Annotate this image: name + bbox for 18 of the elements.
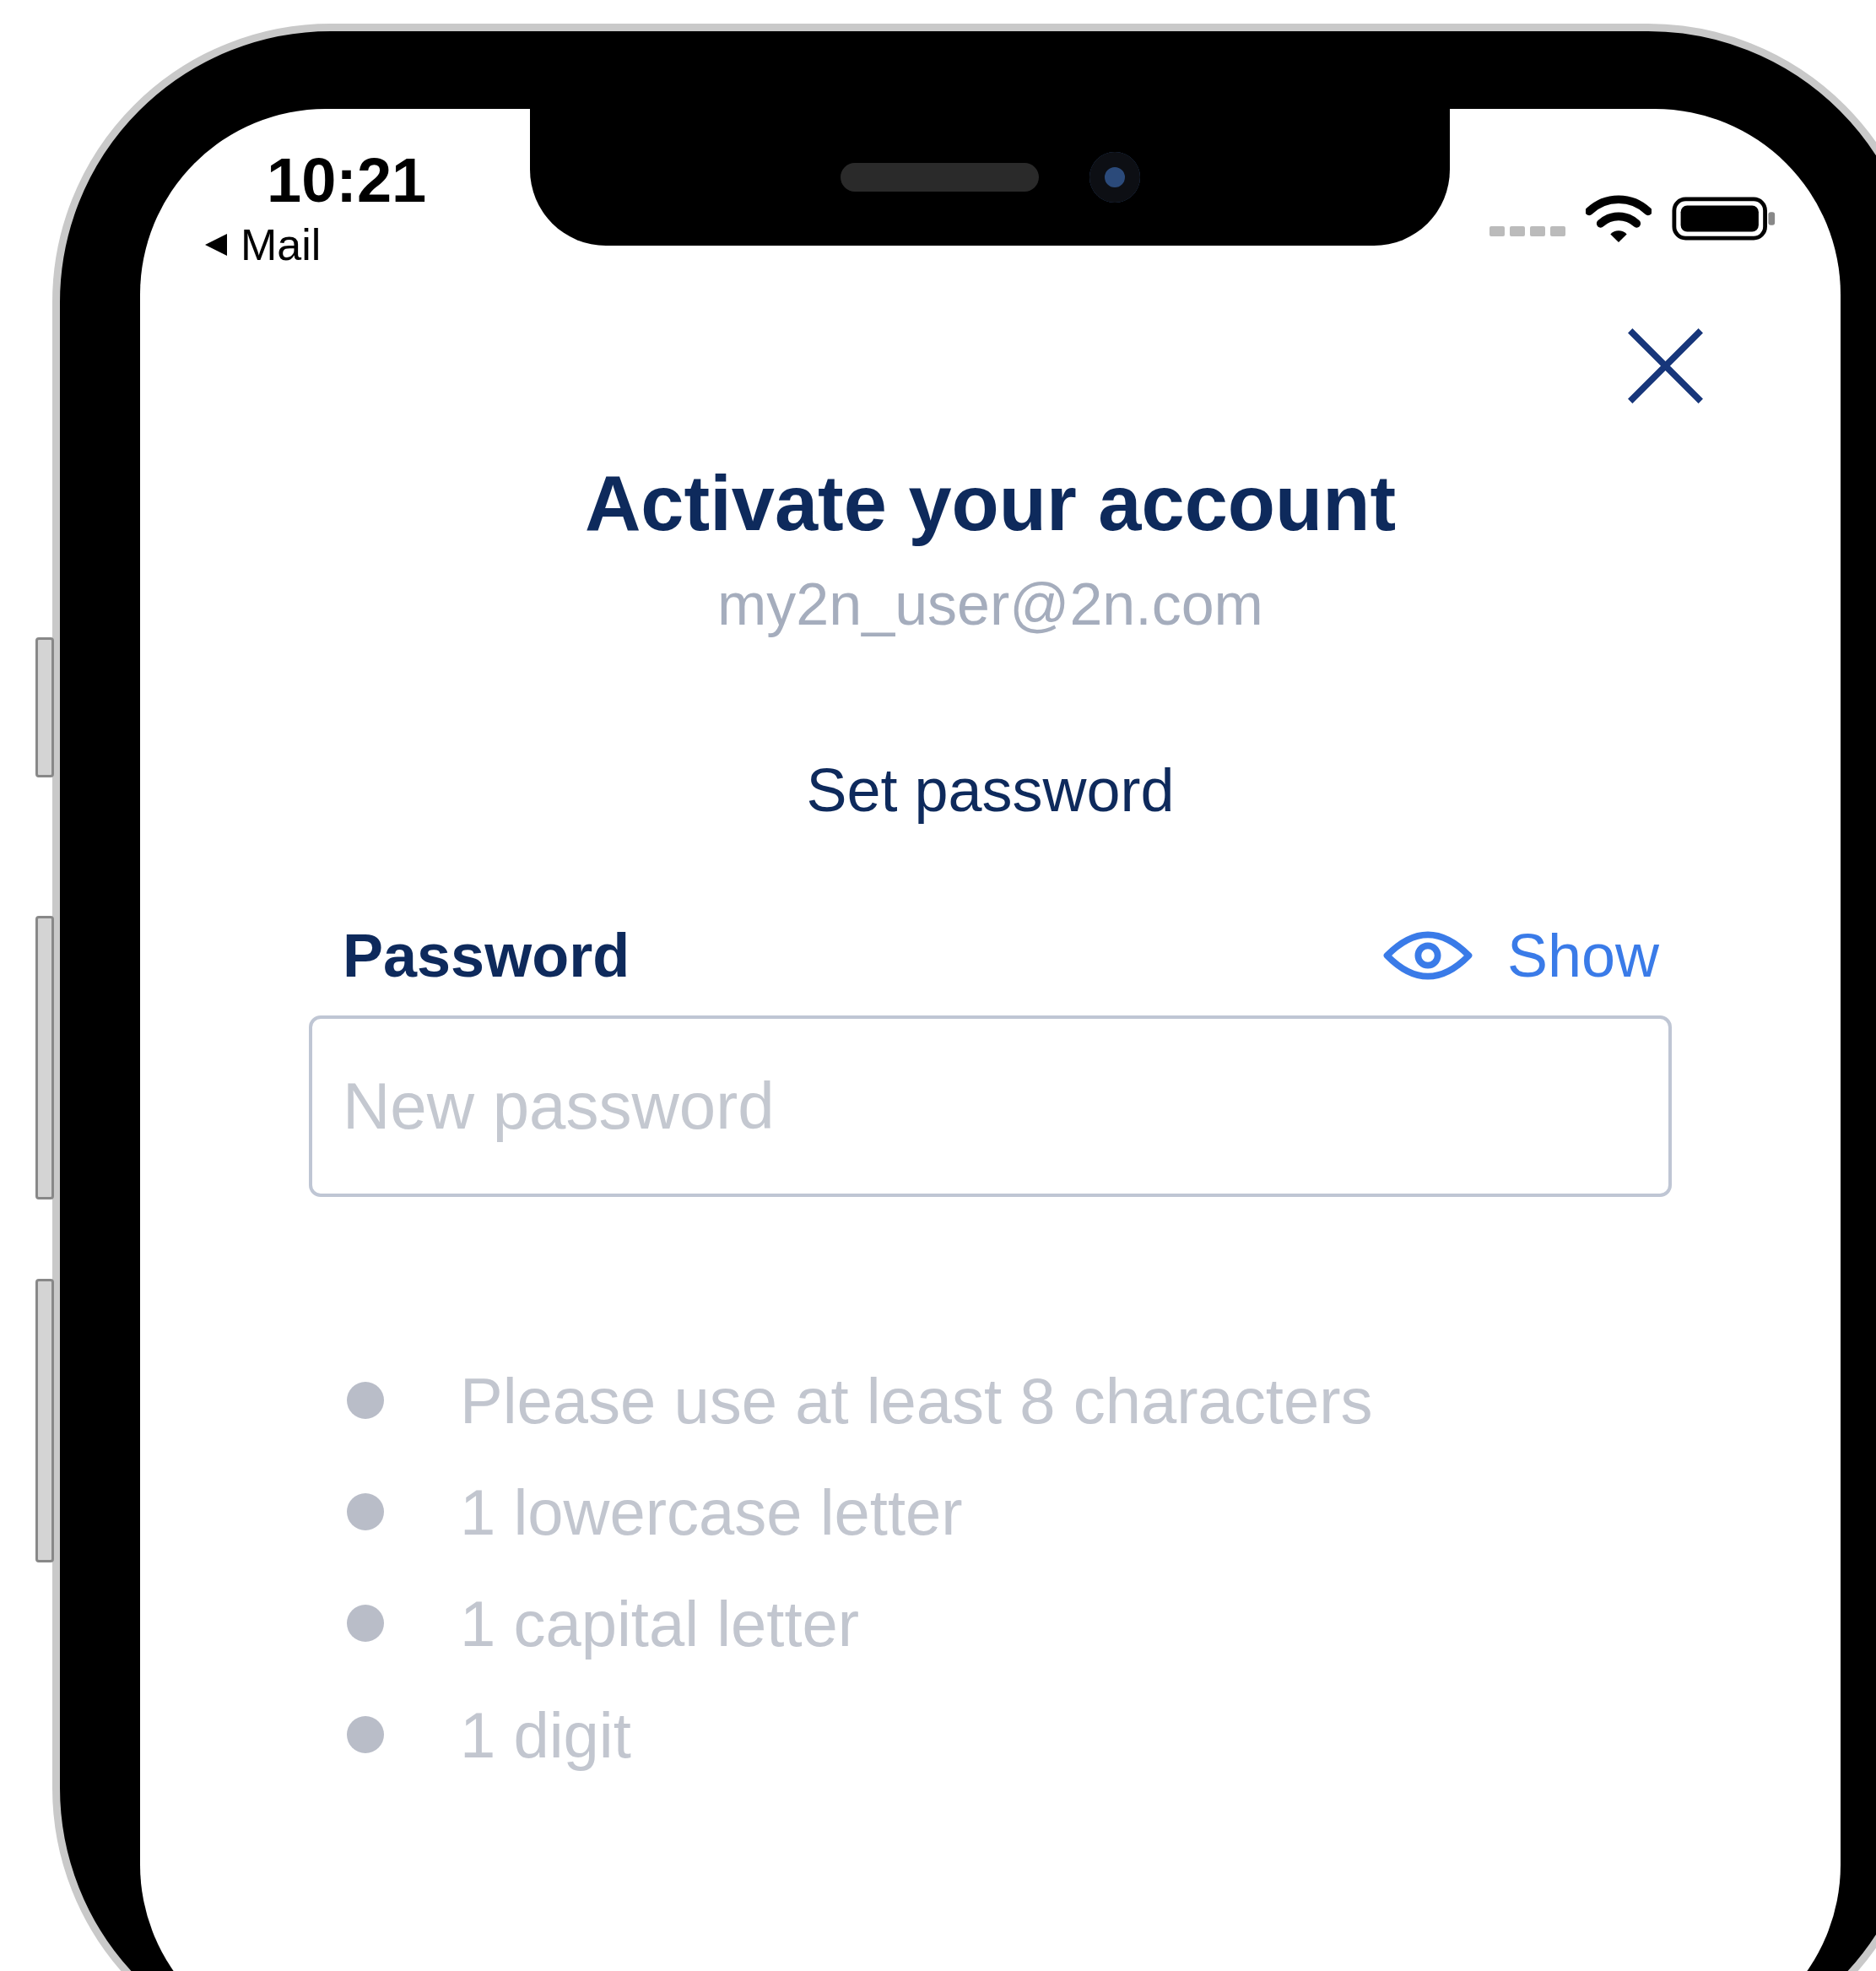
back-arrow-icon[interactable] [203,232,229,257]
requirement-text: 1 capital letter [460,1586,860,1660]
password-field[interactable]: New password [309,1015,1672,1197]
close-icon[interactable] [1625,326,1706,406]
password-label: Password [343,921,630,990]
battery-icon [1672,197,1777,241]
section-subtitle: Set password [805,755,1176,826]
account-email: my2n_user@2n.com [716,571,1264,639]
page-title: Activate your account [583,459,1398,548]
requirement-text: 1 lowercase letter [460,1475,963,1549]
show-password-link[interactable]: Show [1506,921,1659,990]
eye-icon[interactable] [1381,929,1473,983]
signal-icon [1489,225,1565,238]
back-link[interactable]: Mail [241,219,322,271]
requirement-text: Please use at least 8 characters [460,1363,1373,1438]
requirement-text: 1 digit [460,1698,631,1772]
wifi-icon [1586,193,1652,244]
status-time: 10:21 [267,144,427,217]
